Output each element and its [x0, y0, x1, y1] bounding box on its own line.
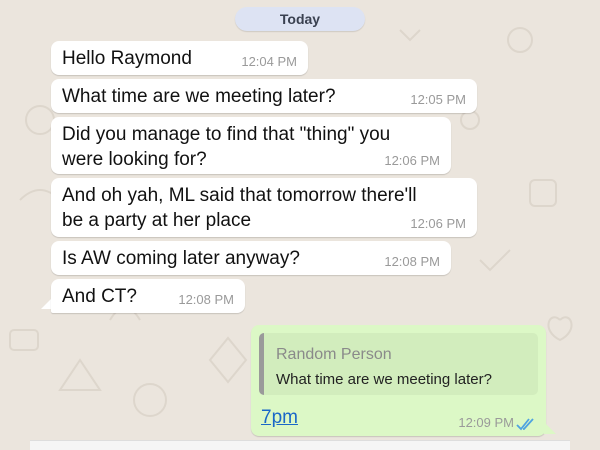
quoted-text: What time are we meeting later?	[276, 371, 492, 388]
message-bubble[interactable]: And oh yah, ML said that tomorrow there'…	[51, 178, 477, 237]
message-text: Hello Raymond	[62, 48, 192, 69]
message-bubble[interactable]: Is AW coming later anyway? 12:08 PM	[51, 241, 451, 275]
reply-text-link[interactable]: 7pm	[261, 405, 298, 430]
message-line: And oh yah, ML said that tomorrow there'…	[62, 185, 417, 206]
message-time: 12:09 PM	[458, 415, 514, 430]
double-check-icon	[516, 418, 534, 431]
message-bubble[interactable]: Did you manage to find that "thing" you …	[51, 117, 451, 174]
message-text: And CT?	[62, 286, 137, 307]
message-text: Did you manage to find that "thing" you …	[62, 122, 390, 172]
message-time: 12:06 PM	[384, 153, 440, 168]
message-time: 12:06 PM	[410, 216, 466, 231]
message-line: Did you manage to find that "thing" you	[62, 124, 391, 145]
message-time: 12:08 PM	[178, 292, 234, 307]
message-text: Is AW coming later anyway?	[62, 248, 300, 269]
message-time: 12:04 PM	[241, 54, 297, 69]
day-separator: Today	[235, 7, 365, 31]
outgoing-message-bubble[interactable]: Random Person What time are we meeting l…	[251, 325, 546, 436]
message-composer[interactable]	[30, 440, 570, 450]
bubble-tail	[544, 422, 556, 434]
message-bubble[interactable]: Hello Raymond 12:04 PM	[51, 41, 308, 75]
message-line: be a party at her place	[62, 210, 252, 231]
message-time: 12:05 PM	[410, 92, 466, 107]
chat-area: Today Hello Raymond 12:04 PM What time a…	[0, 0, 600, 450]
quoted-author: Random Person	[276, 346, 392, 363]
message-bubble[interactable]: What time are we meeting later? 12:05 PM	[51, 79, 477, 113]
message-text: And oh yah, ML said that tomorrow there'…	[62, 183, 417, 233]
message-bubble[interactable]: And CT? 12:08 PM	[51, 279, 245, 313]
message-text: What time are we meeting later?	[62, 86, 336, 107]
message-line: were looking for?	[62, 149, 207, 170]
message-time: 12:08 PM	[384, 254, 440, 269]
quoted-message[interactable]: Random Person What time are we meeting l…	[259, 333, 538, 395]
